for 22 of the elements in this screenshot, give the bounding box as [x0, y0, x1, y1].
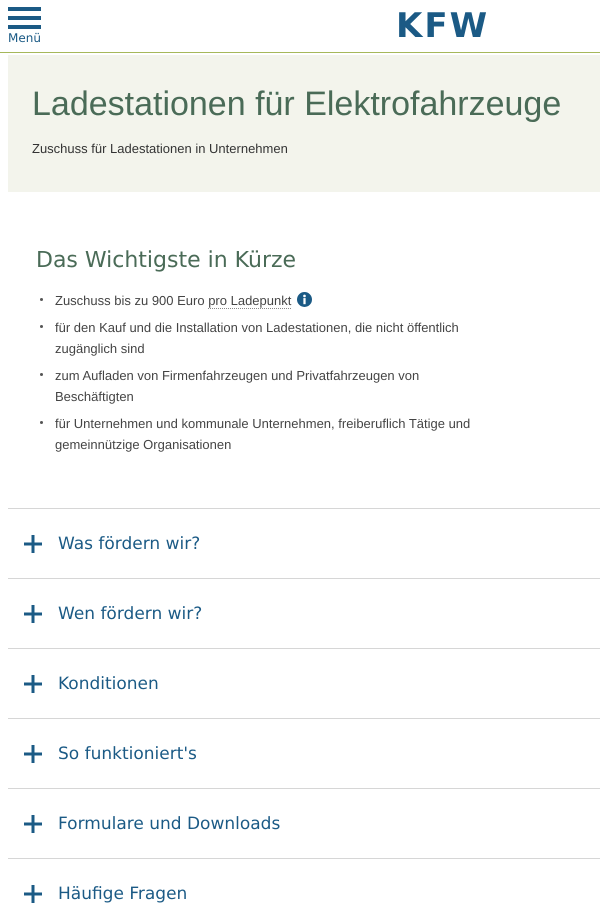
bullet-icon [40, 421, 43, 424]
section-heading: Das Wichtigste in Kürze [36, 248, 298, 273]
plus-icon [24, 884, 42, 902]
bullet-text: für Unternehmen und kommunale Unternehmen, freiberuflich Tätige und gemeinnützige Organisationen [55, 415, 472, 454]
logo[interactable]: KFW [396, 6, 490, 46]
menu-button[interactable]: Menü [8, 7, 41, 45]
plus-icon [24, 814, 42, 832]
bullet-icon [40, 298, 43, 301]
bullet-icon [40, 373, 43, 376]
plus-icon [24, 604, 42, 622]
bullet-text: zum Aufladen von Firmenfahrzeugen und Privatfahrzeugen von Beschäftigten [55, 367, 420, 406]
plus-icon [24, 674, 42, 692]
page-title: Ladestationen für Elektrofahrzeuge [32, 85, 562, 124]
page-subtitle: Zuschuss für Ladestationen in Unternehmen [32, 141, 289, 156]
plus-icon [24, 744, 42, 762]
term-link[interactable]: pro Ladepunkt [208, 293, 292, 309]
menu-icon [8, 7, 41, 29]
info-icon[interactable] [297, 292, 312, 307]
plus-icon [24, 534, 42, 552]
bullet-text: Zuschuss bis zu 900 Euro pro Ladepunkt [55, 290, 312, 311]
bullet-text: für den Kauf und die Installation von Ladestationen, die nicht öffentlich zugänglich sind [55, 319, 460, 358]
bullet-icon [40, 325, 43, 328]
